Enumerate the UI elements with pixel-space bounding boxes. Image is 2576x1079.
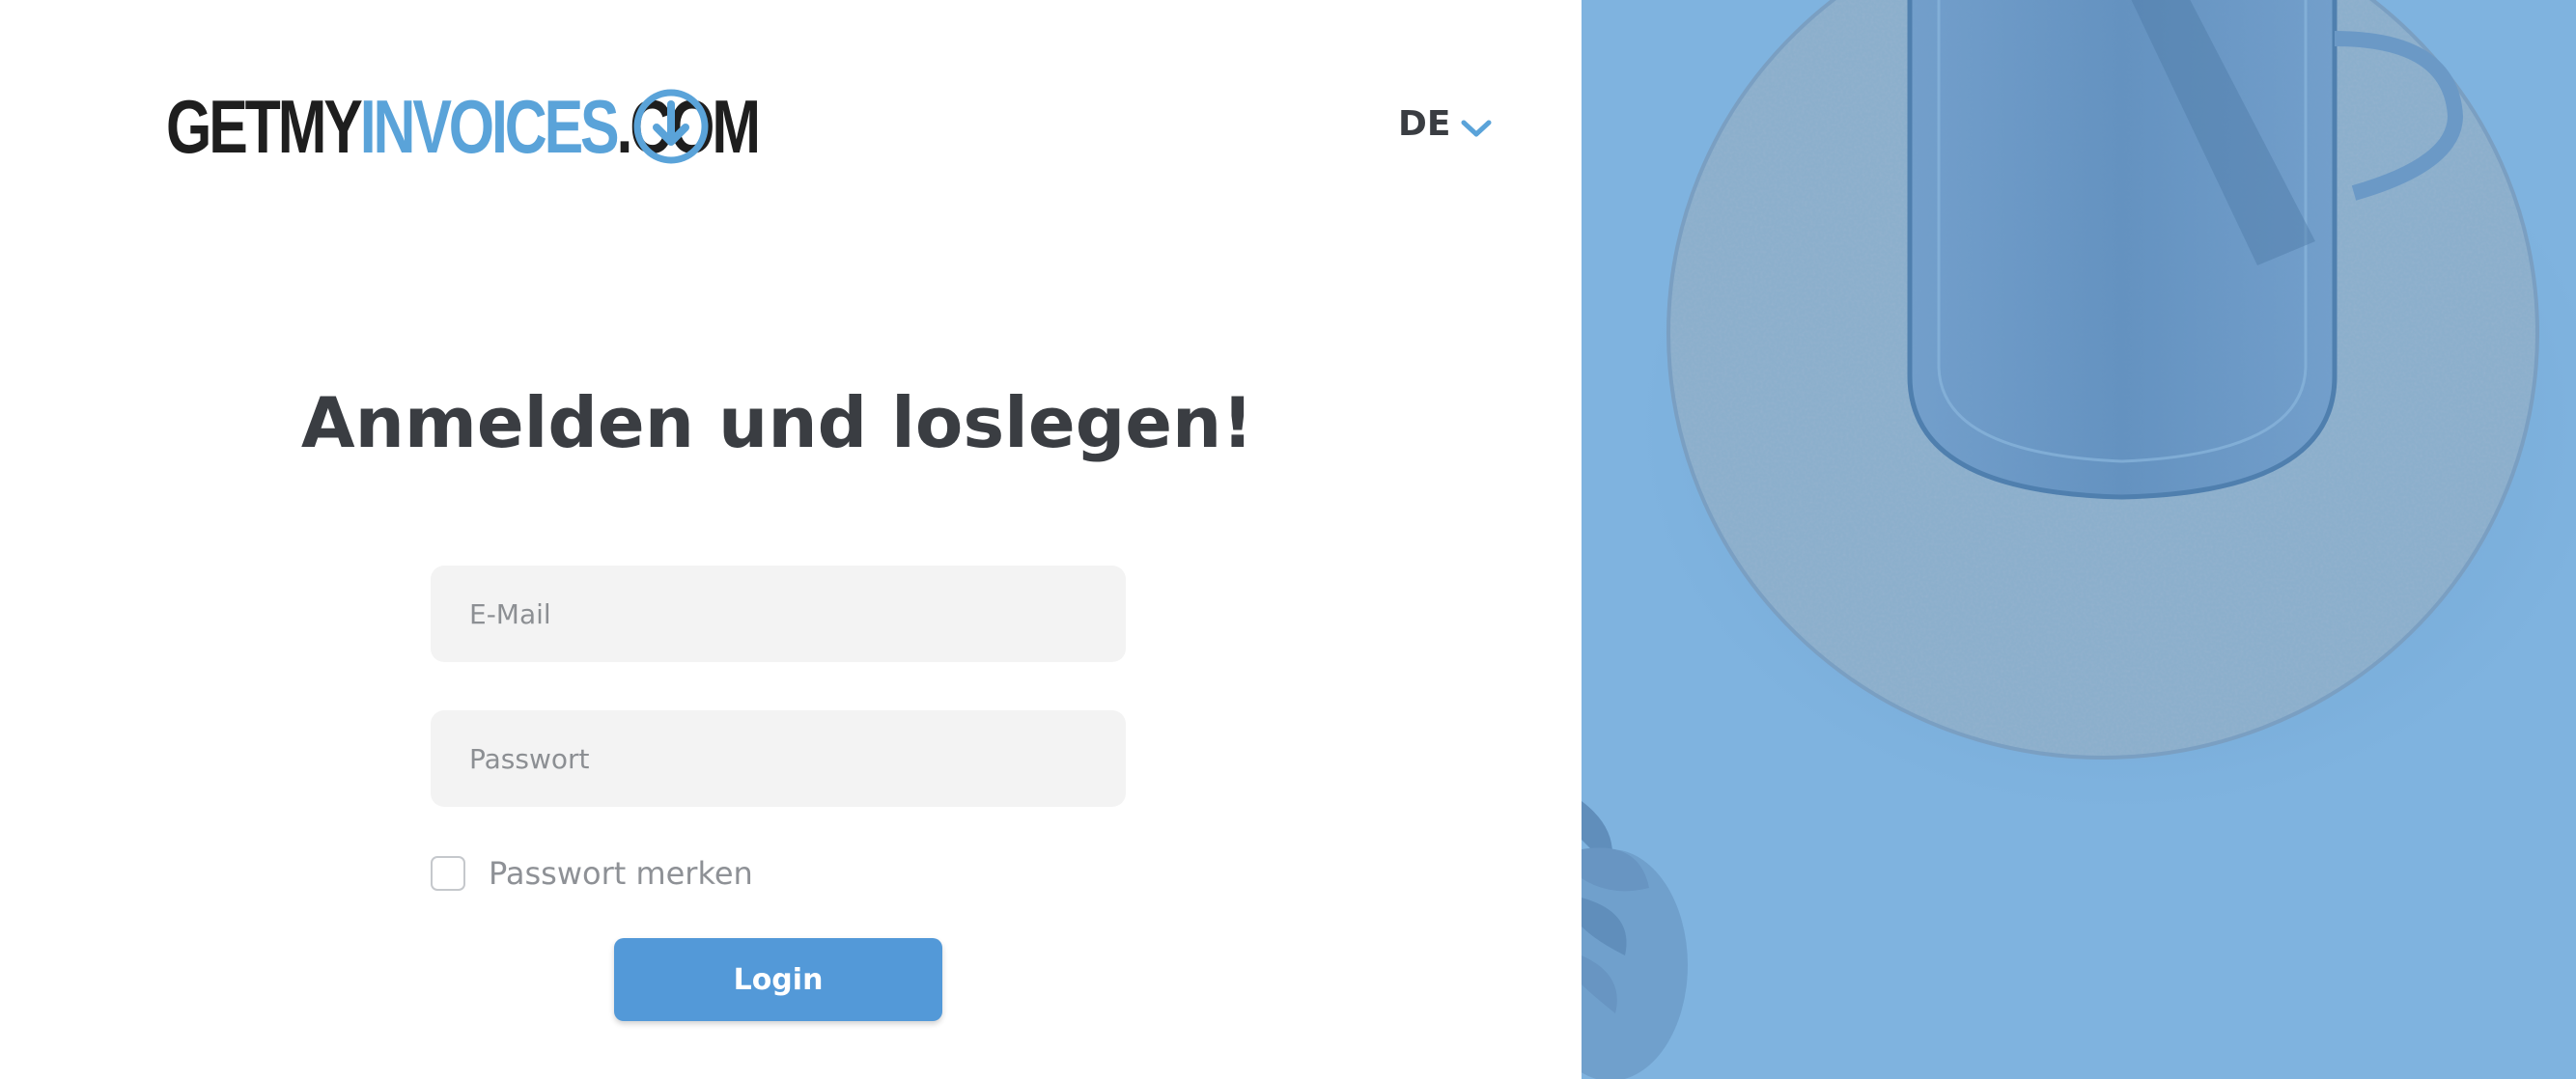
chevron-down-icon (1461, 120, 1492, 136)
login-button[interactable]: Login (614, 938, 942, 1021)
login-panel: GETMYINVOICES.COM DE Anmelden und losleg… (0, 0, 1582, 1079)
remember-password-label[interactable]: Passwort merken (489, 855, 753, 892)
language-label: DE (1398, 104, 1451, 144)
glass-on-cork-coaster-photo (1582, 0, 2576, 1079)
email-field[interactable] (431, 566, 1126, 662)
password-field[interactable] (431, 710, 1126, 807)
page-title: Anmelden und loslegen! (300, 382, 1254, 463)
logo[interactable]: GETMYINVOICES.COM (166, 85, 925, 168)
logo-text-invoices: INVOICES (359, 84, 620, 169)
logo-text-getmy: GETMY (166, 84, 363, 169)
hero-image (1582, 0, 2576, 1079)
language-selector[interactable]: DE (1398, 104, 1493, 144)
remember-password-row: Passwort merken (431, 855, 753, 892)
remember-password-checkbox[interactable] (431, 856, 465, 891)
login-page: GETMYINVOICES.COM DE Anmelden und losleg… (0, 0, 2576, 1079)
download-circle-icon (633, 89, 709, 164)
